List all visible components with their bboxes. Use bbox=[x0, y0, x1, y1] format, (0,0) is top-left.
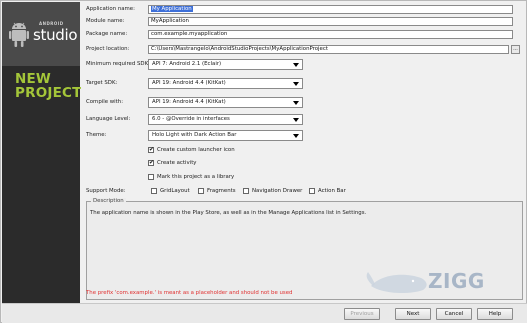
package-name-field[interactable]: com.example.myapplication bbox=[148, 30, 513, 39]
form-panel: Application name: My Application Module … bbox=[81, 2, 526, 303]
create-activity-checkbox[interactable]: Create activity bbox=[148, 159, 197, 166]
app-name-field[interactable]: My Application bbox=[148, 5, 513, 14]
chevron-down-icon bbox=[293, 118, 299, 122]
checkbox-unchecked-icon bbox=[198, 188, 204, 194]
module-name-field[interactable]: MyApplication bbox=[148, 17, 513, 26]
sidebar: ANDROID studio NEW PROJECT bbox=[2, 2, 82, 303]
checkbox-label: Create custom launcher icon bbox=[157, 147, 235, 153]
heading-line-1: NEW bbox=[15, 71, 52, 87]
mark-library-checkbox[interactable]: Mark this project as a library bbox=[148, 174, 234, 180]
description-title: Description bbox=[91, 198, 126, 204]
checkbox-label: GridLayout bbox=[160, 188, 190, 194]
android-robot-icon bbox=[9, 22, 29, 47]
language-level-label: Language Level: bbox=[86, 116, 131, 122]
checkbox-checked-icon bbox=[148, 146, 154, 153]
checkbox-label: Mark this project as a library bbox=[157, 174, 235, 180]
custom-launcher-icon-checkbox[interactable]: Create custom launcher icon bbox=[148, 146, 235, 153]
chevron-down-icon bbox=[293, 82, 299, 86]
navigation-drawer-checkbox[interactable]: Navigation Drawer bbox=[243, 188, 302, 194]
compile-with-label: Compile with: bbox=[86, 99, 124, 105]
project-location-label: Project location: bbox=[86, 46, 130, 52]
previous-button[interactable]: Previous bbox=[344, 308, 380, 320]
watermark-logo-text: ZIGG bbox=[428, 269, 485, 293]
new-project-window: ANDROID studio NEW PROJECT Application n… bbox=[0, 0, 527, 323]
target-sdk-value: API 19: Android 4.4 (KitKat) bbox=[152, 80, 226, 86]
chevron-down-icon bbox=[293, 101, 299, 105]
package-name-label: Package name: bbox=[86, 31, 128, 37]
help-button[interactable]: Help bbox=[477, 308, 513, 320]
chevron-down-icon bbox=[293, 63, 299, 67]
gridlayout-checkbox[interactable]: GridLayout bbox=[151, 188, 190, 194]
sidebar-brand-area: ANDROID studio bbox=[2, 2, 80, 66]
checkbox-label: Fragments bbox=[207, 188, 236, 194]
checkbox-unchecked-icon bbox=[309, 188, 315, 194]
heading-line-2: PROJECT bbox=[15, 85, 82, 101]
support-mode-label: Support Mode: bbox=[86, 188, 126, 194]
cancel-button[interactable]: Cancel bbox=[436, 308, 472, 320]
theme-dropdown[interactable]: Holo Light with Dark Action Bar bbox=[148, 130, 303, 141]
module-name-label: Module name: bbox=[86, 18, 125, 24]
checkbox-unchecked-icon bbox=[243, 188, 249, 194]
app-name-value: My Application bbox=[151, 6, 193, 12]
checkbox-label: Action Bar bbox=[318, 188, 346, 194]
min-sdk-label: Minimum required SDK: bbox=[86, 61, 150, 67]
project-location-field[interactable]: C:\Users\Mastrangelo\AndroidStudioProjec… bbox=[148, 45, 509, 54]
action-bar-checkbox[interactable]: Action Bar bbox=[309, 188, 346, 194]
chevron-down-icon bbox=[293, 134, 299, 138]
checkbox-unchecked-icon bbox=[151, 188, 157, 194]
min-sdk-value: API 7: Android 2.1 (Eclair) bbox=[152, 61, 222, 67]
theme-value: Holo Light with Dark Action Bar bbox=[152, 132, 237, 138]
fragments-checkbox[interactable]: Fragments bbox=[198, 188, 236, 194]
min-sdk-dropdown[interactable]: API 7: Android 2.1 (Eclair) bbox=[148, 59, 303, 70]
checkbox-unchecked-icon bbox=[148, 174, 154, 180]
language-level-value: 6.0 - @Override in interfaces bbox=[152, 116, 230, 122]
checkbox-label: Navigation Drawer bbox=[252, 188, 303, 194]
theme-label: Theme: bbox=[86, 132, 107, 138]
target-sdk-label: Target SDK: bbox=[86, 80, 118, 86]
new-project-heading: NEW PROJECT bbox=[15, 72, 82, 100]
language-level-dropdown[interactable]: 6.0 - @Override in interfaces bbox=[148, 114, 303, 125]
compile-with-value: API 19: Android 4.4 (KitKat) bbox=[152, 99, 226, 105]
brand-studio-text: studio bbox=[33, 26, 78, 44]
button-bar: Previous Next Cancel Help bbox=[2, 303, 527, 323]
checkbox-label: Create activity bbox=[157, 160, 197, 166]
app-name-label: Application name: bbox=[86, 6, 135, 12]
next-button[interactable]: Next bbox=[395, 308, 431, 320]
package-warning: The prefix 'com.example.' is meant as a … bbox=[86, 290, 293, 296]
target-sdk-dropdown[interactable]: API 19: Android 4.4 (KitKat) bbox=[148, 78, 303, 89]
description-text: The application name is shown in the Pla… bbox=[90, 210, 367, 216]
compile-with-dropdown[interactable]: API 19: Android 4.4 (KitKat) bbox=[148, 97, 303, 108]
browse-button[interactable]: ... bbox=[511, 45, 520, 54]
checkbox-checked-icon bbox=[148, 159, 154, 166]
